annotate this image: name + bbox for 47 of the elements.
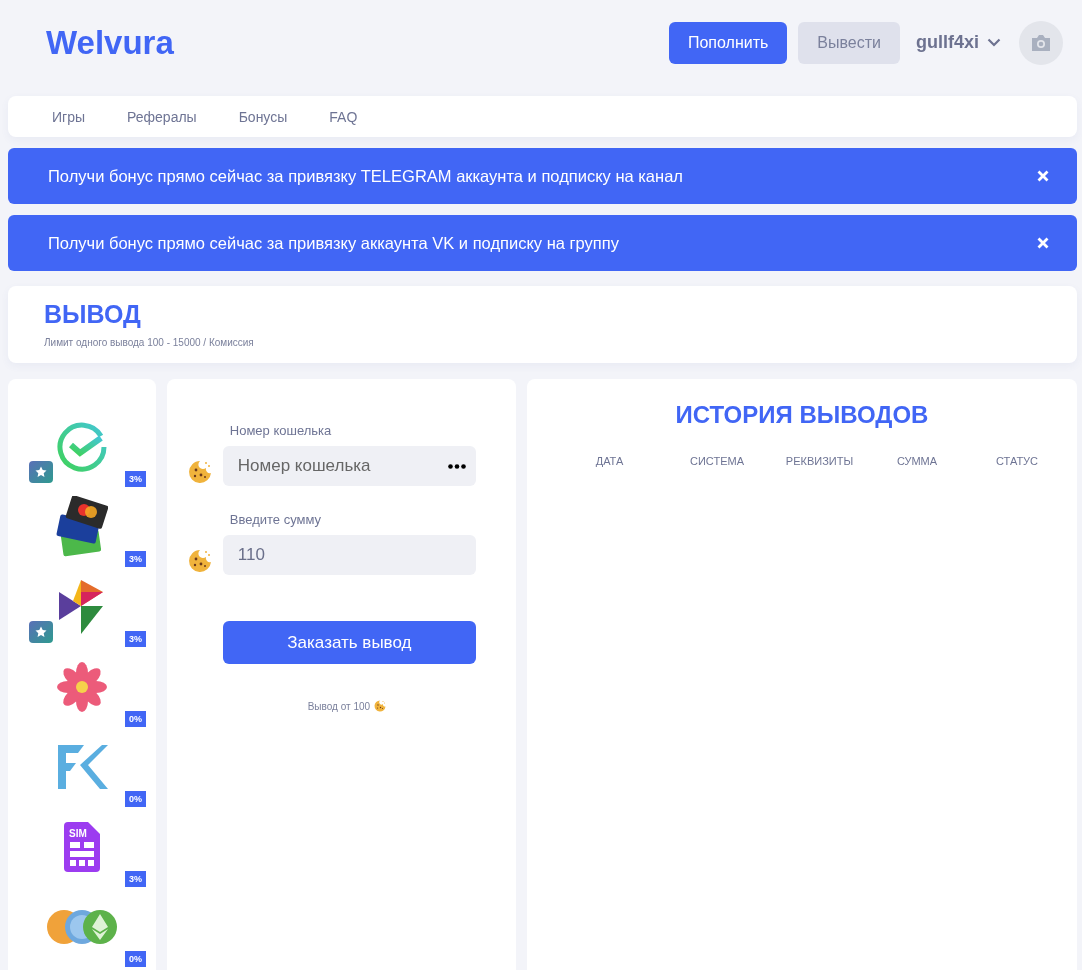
check-circle-icon[interactable] <box>56 422 107 472</box>
star-icon <box>35 466 47 478</box>
fee-badge: 3% <box>125 471 146 487</box>
username[interactable]: gullf4xi <box>916 32 979 53</box>
fk-logo-icon[interactable] <box>55 743 108 791</box>
page-title: ВЫВОД <box>44 300 142 329</box>
banner-text: Получи бонус прямо сейчас за привязку TELEGRAM аккаунта и подписку на канал <box>48 166 684 186</box>
more-icon[interactable] <box>448 464 466 469</box>
history-title: ИСТОРИЯ ВЫВОДОВ <box>674 401 930 429</box>
fee-badge: 3% <box>125 551 146 567</box>
cookie-icon <box>187 460 212 484</box>
submit-button[interactable]: Заказать вывод <box>222 621 476 664</box>
crypto-coins-icon[interactable] <box>45 909 118 945</box>
cookie-icon <box>187 549 212 573</box>
fee-badge: 3% <box>125 631 146 647</box>
column-header: РЕКВИЗИТЫ <box>784 455 855 467</box>
flower-icon[interactable] <box>56 662 107 712</box>
star-icon <box>35 626 47 638</box>
fee-badge: 0% <box>125 951 146 967</box>
page-subtitle: Лимит одного вывода 100 - 15000 / Комиссия <box>44 337 255 348</box>
camera-icon <box>1030 33 1052 52</box>
logo[interactable]: Welvura <box>46 23 669 62</box>
nav-link[interactable]: FAQ <box>329 108 379 125</box>
chevron-down-icon[interactable] <box>987 38 1001 47</box>
amount-field[interactable]: 110 <box>222 535 476 575</box>
nav-link[interactable]: Рефералы <box>127 108 218 125</box>
column-header: СИСТЕМА <box>689 455 745 467</box>
fee-badge: 3% <box>125 871 146 887</box>
wallet-field[interactable]: Номер кошелька <box>222 446 476 486</box>
bank-cards-icon[interactable] <box>55 496 108 558</box>
banner-text: Получи бонус прямо сейчас за привязку аккаунта VK и подписку на группу <box>48 233 620 253</box>
withdraw-button[interactable]: Вывести <box>798 21 900 64</box>
min-withdraw-note: Вывод от 100 <box>307 700 371 712</box>
fee-badge: 0% <box>125 791 146 807</box>
sim-card-icon[interactable]: SIM <box>63 822 100 872</box>
nav-link[interactable]: Игры <box>52 108 107 125</box>
nav-link[interactable]: Бонусы <box>238 108 309 125</box>
column-header: ДАТА <box>594 455 625 467</box>
deposit-button[interactable]: Пополнить <box>668 21 788 64</box>
field-label: Номер кошелька <box>229 423 333 438</box>
field-label: Введите сумму <box>229 512 323 527</box>
fee-badge: 0% <box>125 711 146 727</box>
column-header: СУММА <box>895 455 939 467</box>
close-icon[interactable] <box>1037 237 1049 249</box>
close-icon[interactable] <box>1037 170 1049 182</box>
column-header: СТАТУС <box>994 455 1040 467</box>
cookie-icon <box>374 700 387 712</box>
